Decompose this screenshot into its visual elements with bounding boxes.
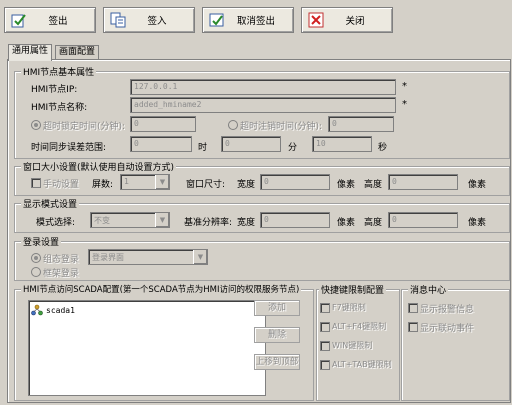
sync-second-field[interactable]: 10 <box>312 136 372 152</box>
cancel-checkout-button[interactable]: 取消签出 <box>202 7 294 33</box>
scada-node-list[interactable]: scada1 <box>28 300 266 396</box>
login-screen-select[interactable]: 登录界面 ▼ <box>88 249 208 265</box>
win-key-label: WIN键限制 <box>332 341 373 350</box>
resolution-width-label: 宽度 <box>237 218 256 228</box>
scada-config-title: HMI节点访问SCADA配置(第一个SCADA节点为HMI访问的权限服务节点) <box>21 283 302 295</box>
list-item[interactable]: scada1 <box>31 304 75 316</box>
logout-timeout-label: 超时注销时间(分钟): <box>240 122 323 132</box>
win-key-checkbox[interactable] <box>320 341 330 351</box>
lock-timeout-label: 超时锁定时间(分钟): <box>43 122 126 132</box>
message-center-title: 消息中心 <box>408 283 449 296</box>
lock-timeout-radio[interactable] <box>31 120 41 130</box>
node-name-field[interactable]: added_hminame2 <box>130 97 396 113</box>
resolution-width-field[interactable]: 0 <box>260 212 330 228</box>
cancel-checkout-icon <box>209 13 224 27</box>
window-width-unit: 像素 <box>337 180 356 190</box>
show-linkage-label: 显示联动事件 <box>420 324 475 334</box>
resolution-width-unit: 像素 <box>337 218 356 228</box>
manual-setting-label: 手动设置 <box>43 180 80 190</box>
checkout-icon <box>11 14 26 28</box>
checkin-button[interactable]: 签入 <box>103 7 195 33</box>
screen-count-label: 屏数: <box>92 180 114 190</box>
window-height-field[interactable]: 0 <box>388 174 458 190</box>
window-size-label: 窗口尺寸: <box>186 180 226 190</box>
sync-second-unit: 秒 <box>378 143 388 153</box>
sync-hour-field[interactable]: 0 <box>130 136 192 152</box>
base-resolution-label: 基准分辨率: <box>184 218 233 228</box>
manual-setting-checkbox[interactable] <box>31 178 41 188</box>
add-button[interactable]: 添加 <box>254 300 300 316</box>
alt-tab-key-checkbox[interactable] <box>320 360 330 370</box>
checkout-button[interactable]: 签出 <box>4 7 96 33</box>
basic-properties-title: HMI节点基本属性 <box>21 65 97 78</box>
group-login-radio[interactable] <box>31 253 41 263</box>
resolution-height-field[interactable]: 0 <box>388 212 458 228</box>
mode-select[interactable]: 不变 ▼ <box>90 212 170 228</box>
mode-select-value: 不变 <box>94 216 110 225</box>
required-mark: * <box>402 99 407 110</box>
delete-button[interactable]: 删除 <box>254 327 300 343</box>
mode-select-label: 模式选择: <box>36 218 76 228</box>
ip-label: HMI节点IP: <box>31 85 78 95</box>
alt-f4-key-checkbox[interactable] <box>320 322 330 332</box>
alt-f4-key-label: ALT+F4键限制 <box>332 322 387 331</box>
alt-tab-key-label: ALT+TAB键限制 <box>332 360 392 369</box>
close-button[interactable]: 关闭 <box>301 7 393 33</box>
tab-general-properties[interactable]: 通用属性 <box>8 44 53 61</box>
resolution-height-label: 高度 <box>364 218 383 228</box>
screen-count-select[interactable]: 1 ▼ <box>120 174 170 190</box>
required-mark: * <box>402 81 407 92</box>
move-to-top-button[interactable]: 上移到顶部 <box>254 354 300 370</box>
chevron-down-icon: ▼ <box>193 250 207 264</box>
display-mode-title: 显示模式设置 <box>21 197 80 210</box>
show-alarm-label: 显示报警信息 <box>420 305 475 315</box>
close-icon <box>308 12 324 28</box>
show-alarm-checkbox[interactable] <box>408 303 418 313</box>
scada-node-label: scada1 <box>46 305 75 315</box>
resolution-height-unit: 像素 <box>468 218 487 228</box>
sync-minute-unit: 分 <box>288 143 298 153</box>
f7-key-label: F7键限制 <box>332 303 366 312</box>
window-width-label: 宽度 <box>237 180 256 190</box>
chevron-down-icon: ▼ <box>155 213 169 227</box>
window-height-unit: 像素 <box>468 180 487 190</box>
sync-minute-field[interactable]: 0 <box>221 136 281 152</box>
lock-timeout-field[interactable]: 0 <box>130 116 196 132</box>
show-linkage-checkbox[interactable] <box>408 322 418 332</box>
chevron-down-icon: ▼ <box>155 175 169 189</box>
logout-timeout-radio[interactable] <box>228 120 238 130</box>
shelf-login-label: 框架登录 <box>43 269 80 279</box>
node-name-label: HMI节点名称: <box>31 103 88 113</box>
window-size-title: 窗口大小设置(默认使用自动设置方式) <box>21 160 177 173</box>
network-node-icon <box>31 304 43 316</box>
ip-field[interactable]: 127.0.0.1 <box>130 79 396 95</box>
login-settings-title: 登录设置 <box>21 235 62 248</box>
shelf-login-radio[interactable] <box>31 267 41 277</box>
group-login-label: 组态登录 <box>43 255 80 265</box>
shortcut-key-title: 快捷键限制配置 <box>319 283 387 296</box>
checkin-icon <box>110 12 126 28</box>
f7-key-checkbox[interactable] <box>320 303 330 313</box>
window-height-label: 高度 <box>364 180 383 190</box>
time-sync-label: 时间同步误差范围: <box>31 143 107 153</box>
logout-timeout-field[interactable]: 0 <box>328 116 394 132</box>
screen-count-value: 1 <box>124 177 130 186</box>
login-screen-value: 登录界面 <box>92 253 124 262</box>
sync-hour-unit: 时 <box>198 143 208 153</box>
tab-screen-config[interactable]: 画面配置 <box>55 45 100 60</box>
window-width-field[interactable]: 0 <box>260 174 330 190</box>
